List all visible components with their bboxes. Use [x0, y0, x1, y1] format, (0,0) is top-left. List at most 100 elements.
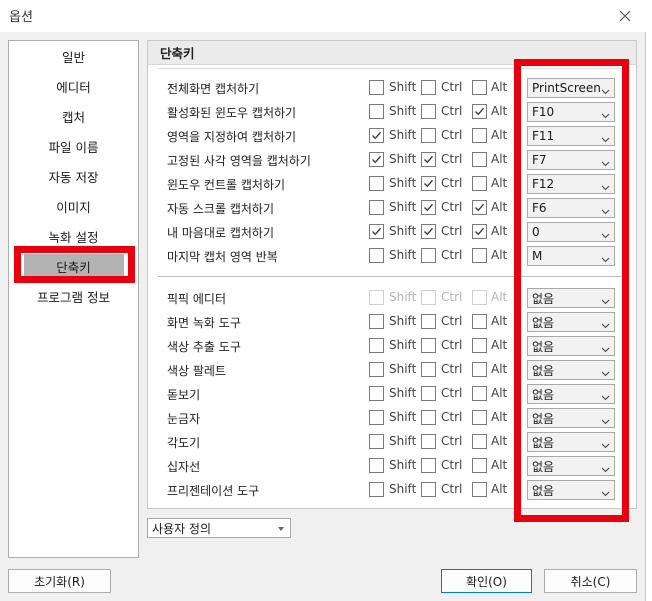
preset-select[interactable]: 사용자 정의: [147, 518, 291, 538]
shortcut-label: 전체화면 캡처하기: [167, 82, 260, 96]
ctrl-checkbox[interactable]: [421, 314, 436, 329]
shift-checkbox[interactable]: [369, 386, 384, 401]
chevron-down-icon: [601, 132, 610, 146]
alt-checkbox[interactable]: [472, 482, 487, 497]
shift-checkbox[interactable]: [369, 200, 384, 215]
key-select[interactable]: 없음: [527, 432, 615, 452]
key-select[interactable]: 없음: [527, 288, 615, 308]
sidebar-item-4[interactable]: 자동 저장: [9, 164, 138, 188]
alt-label: Alt: [491, 80, 508, 94]
chevron-down-icon: [601, 156, 610, 170]
shift-checkbox[interactable]: [369, 224, 384, 239]
alt-checkbox[interactable]: [472, 386, 487, 401]
alt-checkbox[interactable]: [472, 80, 487, 95]
ctrl-label: Ctrl: [441, 362, 463, 376]
key-select[interactable]: 0: [527, 222, 615, 242]
shift-checkbox[interactable]: [369, 362, 384, 377]
sidebar-item-0[interactable]: 일반: [9, 44, 138, 68]
shift-checkbox[interactable]: [369, 80, 384, 95]
options-dialog: 옵션 일반 에디터 캡처 파일 이름 자동 저장 이미지 녹화 설정 단축키 프로그램 정보 단…: [0, 0, 646, 601]
ctrl-checkbox[interactable]: [421, 104, 436, 119]
alt-checkbox[interactable]: [472, 176, 487, 191]
key-select[interactable]: F10: [527, 102, 615, 122]
sidebar-item-6[interactable]: 녹화 설정: [9, 224, 138, 248]
ctrl-checkbox[interactable]: [421, 386, 436, 401]
shift-checkbox[interactable]: [369, 458, 384, 473]
shift-checkbox[interactable]: [369, 410, 384, 425]
ctrl-checkbox[interactable]: [421, 482, 436, 497]
key-select[interactable]: M: [527, 246, 615, 266]
key-select[interactable]: 없음: [527, 384, 615, 404]
reset-button[interactable]: 초기화(R): [8, 569, 111, 593]
shift-checkbox[interactable]: [369, 248, 384, 263]
key-select[interactable]: F6: [527, 198, 615, 218]
ctrl-checkbox[interactable]: [421, 200, 436, 215]
ctrl-checkbox[interactable]: [421, 434, 436, 449]
ctrl-checkbox[interactable]: [421, 152, 436, 167]
alt-checkbox[interactable]: [472, 314, 487, 329]
shift-checkbox[interactable]: [369, 128, 384, 143]
sidebar: 일반에디터캡처파일 이름자동 저장이미지녹화 설정단축키프로그램 정보: [8, 40, 139, 558]
close-button[interactable]: [612, 4, 638, 28]
alt-label: Alt: [491, 176, 508, 190]
ok-button[interactable]: 확인(O): [441, 569, 532, 593]
shift-label: Shift: [389, 152, 417, 166]
sidebar-item-1[interactable]: 에디터: [9, 74, 138, 98]
alt-checkbox[interactable]: [472, 104, 487, 119]
ctrl-checkbox[interactable]: [421, 224, 436, 239]
alt-checkbox[interactable]: [472, 362, 487, 377]
shift-checkbox[interactable]: [369, 338, 384, 353]
key-select[interactable]: 없음: [527, 336, 615, 356]
alt-label: Alt: [491, 200, 508, 214]
ctrl-checkbox[interactable]: [421, 248, 436, 263]
ctrl-checkbox[interactable]: [421, 176, 436, 191]
shift-checkbox[interactable]: [369, 314, 384, 329]
sidebar-item-3[interactable]: 파일 이름: [9, 134, 138, 158]
ctrl-checkbox[interactable]: [421, 362, 436, 377]
key-select[interactable]: F12: [527, 174, 615, 194]
alt-checkbox[interactable]: [472, 224, 487, 239]
key-select[interactable]: 없음: [527, 480, 615, 500]
ctrl-label: Ctrl: [441, 176, 463, 190]
chevron-down-icon: [601, 390, 610, 404]
sidebar-item-2[interactable]: 캡처: [9, 104, 138, 128]
alt-checkbox[interactable]: [472, 200, 487, 215]
key-select[interactable]: PrintScreen: [527, 78, 615, 98]
alt-label: Alt: [491, 458, 508, 472]
sidebar-item-7[interactable]: 단축키: [9, 254, 138, 278]
alt-label: Alt: [491, 434, 508, 448]
key-select[interactable]: F7: [527, 150, 615, 170]
key-select[interactable]: 없음: [527, 408, 615, 428]
shift-checkbox[interactable]: [369, 482, 384, 497]
ctrl-checkbox[interactable]: [421, 80, 436, 95]
key-value: 없음: [532, 411, 555, 426]
ctrl-checkbox[interactable]: [421, 458, 436, 473]
alt-checkbox[interactable]: [472, 410, 487, 425]
key-select[interactable]: 없음: [527, 456, 615, 476]
alt-checkbox[interactable]: [472, 152, 487, 167]
alt-checkbox[interactable]: [472, 338, 487, 353]
sidebar-item-5[interactable]: 이미지: [9, 194, 138, 218]
ctrl-checkbox[interactable]: [421, 128, 436, 143]
alt-checkbox[interactable]: [472, 458, 487, 473]
shift-checkbox[interactable]: [369, 434, 384, 449]
shortcut-label: 내 마음대로 캡처하기: [167, 226, 274, 240]
key-select[interactable]: 없음: [527, 360, 615, 380]
shift-checkbox[interactable]: [369, 176, 384, 191]
alt-checkbox[interactable]: [472, 248, 487, 263]
alt-checkbox[interactable]: [472, 128, 487, 143]
alt-checkbox[interactable]: [472, 434, 487, 449]
key-select[interactable]: 없음: [527, 312, 615, 332]
key-value: F12: [532, 177, 555, 191]
key-value: 없음: [532, 483, 555, 498]
sidebar-item-label: 에디터: [56, 79, 91, 95]
alt-label: Alt: [491, 482, 508, 496]
ctrl-checkbox[interactable]: [421, 338, 436, 353]
shift-checkbox[interactable]: [369, 104, 384, 119]
ctrl-checkbox[interactable]: [421, 410, 436, 425]
cancel-button[interactable]: 취소(C): [544, 569, 637, 593]
shift-checkbox[interactable]: [369, 152, 384, 167]
sidebar-item-8[interactable]: 프로그램 정보: [9, 284, 138, 308]
key-select[interactable]: F11: [527, 126, 615, 146]
shift-label: Shift: [389, 176, 417, 190]
